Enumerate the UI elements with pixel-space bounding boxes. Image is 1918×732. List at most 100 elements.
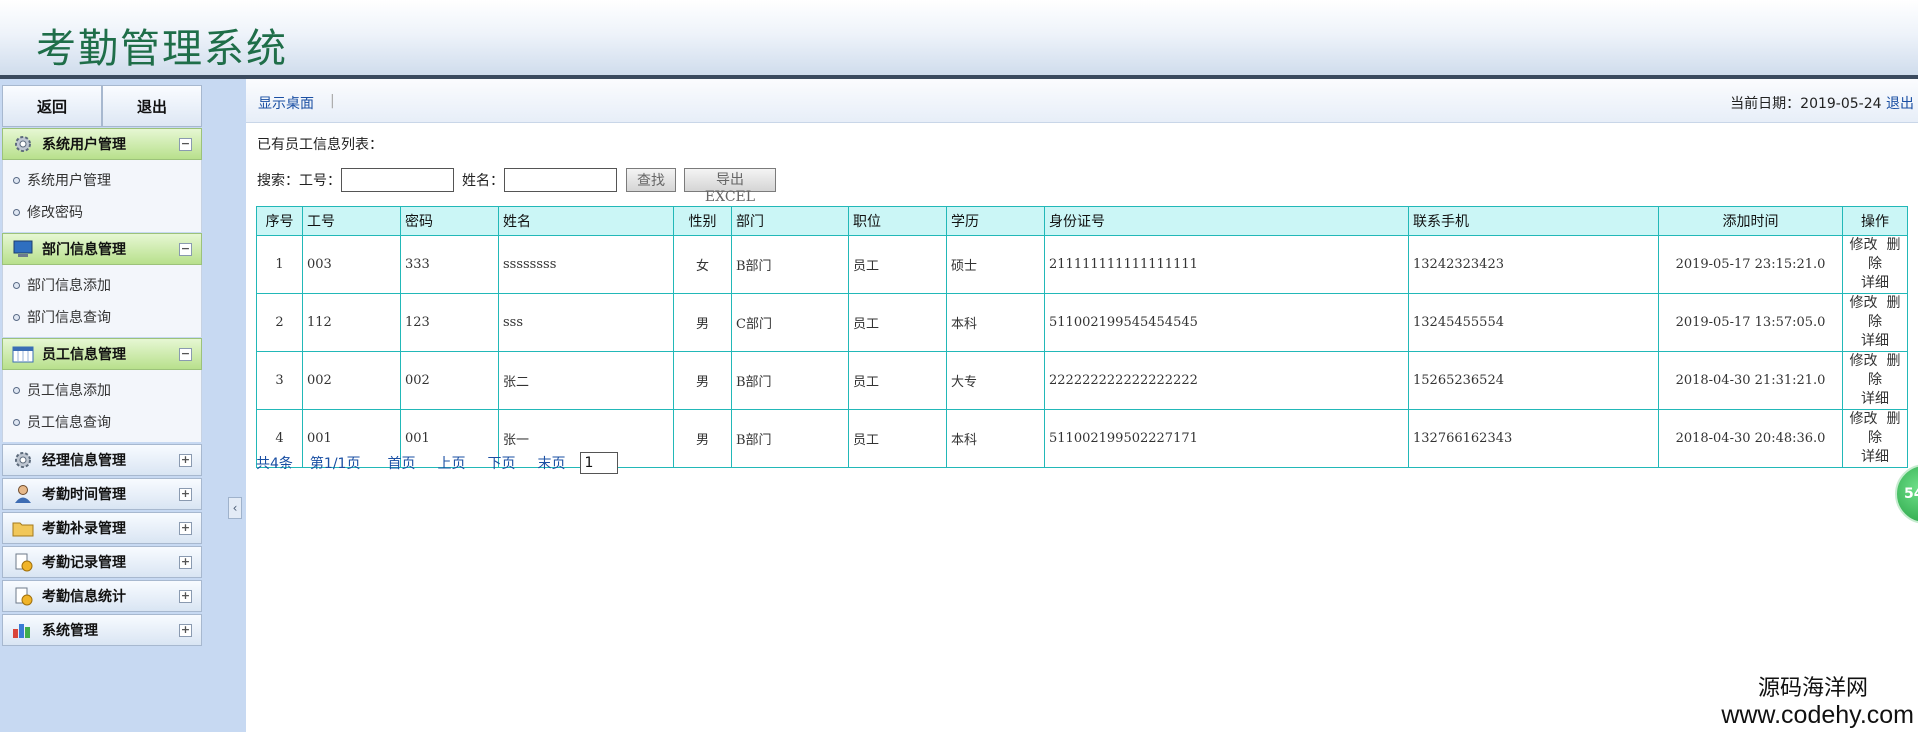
sidebar-section-items: 员工信息添加员工信息查询 [2,370,202,442]
cell-gender: 男 [673,293,732,352]
page-select[interactable]: 1 [580,452,619,474]
expand-icon[interactable]: + [179,590,192,603]
cell-idcard: 511002199545454545 [1044,293,1409,352]
cell-edu: 本科 [946,409,1045,468]
cell-time: 2018-04-30 21:31:21.0 [1658,351,1843,410]
sidebar-item[interactable]: 修改密码 [3,196,201,228]
cell-id: 003 [302,235,401,294]
sidebar-section-title: 考勤时间管理 [42,487,126,503]
bullet-icon [13,208,20,216]
sidebar-section-title: 系统管理 [42,623,98,639]
edit-link[interactable]: 修改 [1850,353,1878,369]
sidebar-section-header[interactable]: 员工信息管理 − [2,338,202,370]
sidebar-section-header[interactable]: 考勤补录管理 + [2,512,202,544]
find-button[interactable]: 查找 [626,168,676,192]
export-excel-button[interactable]: 导出EXCEL [684,168,776,205]
sidebar-item[interactable]: 员工信息查询 [3,406,201,438]
cell-no: 2 [256,293,303,352]
cell-pos: 员工 [848,409,947,468]
logout-link[interactable]: 退出 [1886,96,1914,112]
collapse-sidebar-toggle[interactable]: ‹ [228,497,242,519]
employee-name-input[interactable] [504,168,617,192]
back-button[interactable]: 返回 [2,85,102,127]
column-header: 工号 [302,206,401,236]
sidebar-item-label: 员工信息添加 [27,383,111,399]
sidebar-section-header[interactable]: 部门信息管理 − [2,233,202,265]
last-page-link[interactable]: 末页 [537,453,565,473]
show-desktop-link[interactable]: 显示桌面 [258,93,314,113]
row-actions: 修改 删除 详细 [1843,294,1907,351]
expand-icon[interactable]: + [179,454,192,467]
bullet-icon [13,176,20,184]
sidebar-section-title: 部门信息管理 [42,242,126,258]
cell-phone: 15265236524 [1408,351,1659,410]
table-row: 3 002 002 张二男 B部门 员工 大专 222222222222222222 15265… [256,351,1908,410]
clipboard-icon [10,551,36,573]
cell-pos: 员工 [848,293,947,352]
cell-idcard: 511002199502227171 [1044,409,1409,468]
folder-icon [10,517,36,539]
cell-phone: 132766162343 [1408,409,1659,468]
cell-idcard: 211111111111111111 [1044,235,1409,294]
expand-icon[interactable]: + [179,556,192,569]
expand-icon[interactable]: + [179,522,192,535]
toolbar-separator: | [330,93,335,109]
sidebar-section-header[interactable]: 系统用户管理 − [2,128,202,160]
cell-gender: 男 [673,409,732,468]
column-header: 添加时间 [1658,206,1843,236]
row-actions-line: 修改 删除 [1843,410,1907,448]
bullet-icon [13,418,20,426]
cell-actions: 修改 删除 详细 [1842,409,1908,468]
cell-pos: 员工 [848,351,947,410]
main-toolbar: 显示桌面 | 当前日期：2019-05-24 退出 [246,79,1918,123]
column-header: 序号 [256,206,303,236]
collapse-icon[interactable]: − [179,243,192,256]
cell-phone: 13242323423 [1408,235,1659,294]
sidebar-item[interactable]: 员工信息添加 [3,374,201,406]
employee-id-input[interactable] [341,168,454,192]
sidebar-item-label: 部门信息添加 [27,278,111,294]
collapse-icon[interactable]: − [179,348,192,361]
cell-actions: 修改 删除 详细 [1842,235,1908,294]
sidebar-section-title: 系统用户管理 [42,137,126,153]
sidebar-section-header[interactable]: 经理信息管理 + [2,444,202,476]
sidebar-section-header[interactable]: 系统管理 + [2,614,202,646]
sidebar-item[interactable]: 系统用户管理 [3,164,201,196]
sidebar-section-header[interactable]: 考勤信息统计 + [2,580,202,612]
edit-link[interactable]: 修改 [1850,295,1878,311]
current-date: 当前日期：2019-05-24 [1730,96,1882,112]
next-page-link[interactable]: 下页 [487,453,515,473]
table-row: 2 112 123 sss 男 C部门 员工 本科 511002199545454545 1324… [256,293,1908,352]
cell-phone: 13245455554 [1408,293,1659,352]
first-page-link[interactable]: 首页 [387,453,415,473]
edit-link[interactable]: 修改 [1850,237,1878,253]
detail-link[interactable]: 详细 [1861,274,1889,293]
exit-button[interactable]: 退出 [102,85,202,127]
edit-link[interactable]: 修改 [1850,411,1878,427]
sidebar-item[interactable]: 部门信息查询 [3,301,201,333]
cell-idcard: 222222222222222222 [1044,351,1409,410]
detail-link[interactable]: 详细 [1861,332,1889,351]
row-actions: 修改 删除 详细 [1843,352,1907,409]
employee-name-label: 姓名： [462,173,504,189]
sidebar-panel: 返回 退出 系统用户管理 − 系统用户管理 修改密码 部门信息管理 − 部门信息添加 部门信息… [2,85,202,646]
sidebar-section-header[interactable]: 考勤时间管理 + [2,478,202,510]
collapse-icon[interactable]: − [179,138,192,151]
expand-icon[interactable]: + [179,624,192,637]
column-header: 身份证号 [1044,206,1409,236]
column-header: 操作 [1842,206,1908,236]
expand-icon[interactable]: + [179,488,192,501]
sidebar-section-header[interactable]: 考勤记录管理 + [2,546,202,578]
sidebar-section-title: 考勤记录管理 [42,555,126,571]
sidebar-item[interactable]: 部门信息添加 [3,269,201,301]
cell-dept: C部门 [731,293,849,352]
column-header: 密码 [400,206,499,236]
cell-name: ssssssss [498,235,674,294]
detail-link[interactable]: 详细 [1861,448,1889,467]
column-header: 性别 [673,206,732,236]
cell-pwd: 002 [400,351,499,410]
current-date-area: 当前日期：2019-05-24 退出 [1730,93,1914,113]
detail-link[interactable]: 详细 [1861,390,1889,409]
table-row: 1 003 333 ssssssss 女 B部门 员工 硕士 21111111111111111… [256,235,1908,294]
prev-page-link[interactable]: 上页 [437,453,465,473]
